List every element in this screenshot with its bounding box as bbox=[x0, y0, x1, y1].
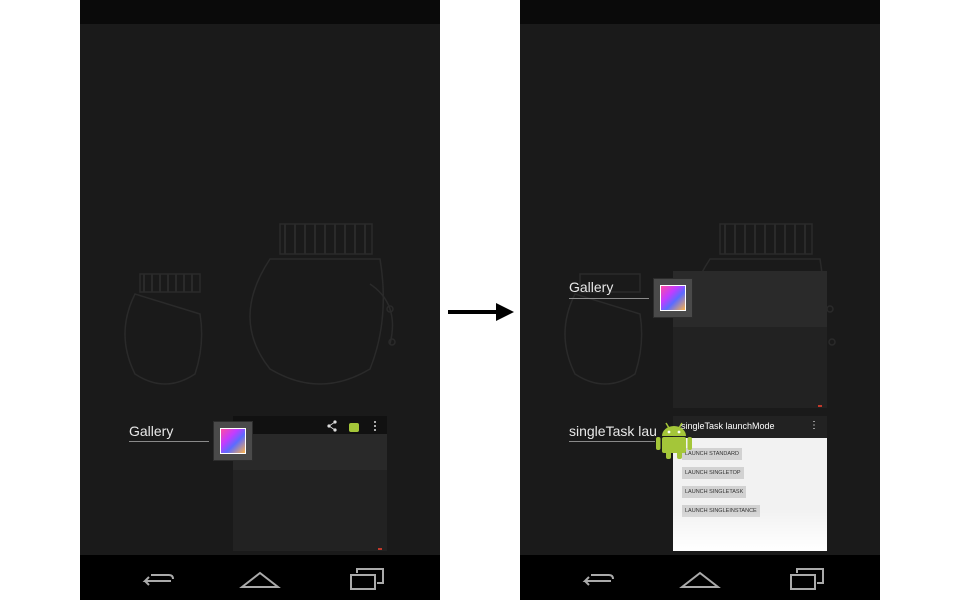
navigation-bar bbox=[80, 555, 440, 600]
gallery-indicator bbox=[818, 405, 822, 407]
gallery-thumbnail[interactable] bbox=[233, 416, 387, 551]
navigation-bar bbox=[520, 555, 880, 600]
recent-apps-icon[interactable] bbox=[343, 563, 387, 593]
right-phone-screen: Gallery singleTask launchMode ⋮ LAUNCH S… bbox=[520, 0, 880, 600]
singletask-action-bar: singleTask launchMode ⋮ bbox=[673, 416, 827, 438]
thumbnail-fade bbox=[673, 511, 827, 551]
launch-singletask-button[interactable]: LAUNCH SINGLETASK bbox=[682, 486, 747, 498]
home-icon[interactable] bbox=[238, 563, 282, 593]
task-label-divider bbox=[569, 298, 649, 299]
gallery-app-icon[interactable] bbox=[213, 421, 253, 461]
overflow-menu-icon bbox=[374, 421, 376, 431]
gallery-content-band bbox=[673, 271, 827, 327]
gallery-app-icon[interactable] bbox=[653, 278, 693, 318]
launch-singletop-button[interactable]: LAUNCH SINGLETOP bbox=[682, 467, 744, 479]
gallery-content-band bbox=[233, 434, 387, 470]
overflow-menu-icon[interactable]: ⋮ bbox=[809, 420, 819, 431]
status-bar bbox=[520, 0, 880, 24]
back-icon[interactable] bbox=[573, 563, 617, 593]
recent-task-label-gallery: Gallery bbox=[129, 423, 174, 439]
android-robot-icon[interactable] bbox=[654, 420, 694, 460]
left-phone-screen: Gallery bbox=[80, 0, 440, 600]
gallery-thumbnail[interactable] bbox=[673, 271, 827, 408]
recent-task-label-gallery: Gallery bbox=[569, 279, 614, 295]
share-icon bbox=[327, 420, 337, 432]
right-arrow-icon bbox=[448, 303, 514, 321]
gallery-indicator bbox=[378, 548, 382, 550]
back-icon[interactable] bbox=[133, 563, 177, 593]
home-icon[interactable] bbox=[678, 563, 722, 593]
singletask-thumbnail[interactable]: singleTask launchMode ⋮ LAUNCH STANDARD … bbox=[673, 416, 827, 551]
recent-apps-icon[interactable] bbox=[783, 563, 827, 593]
singletask-app-title: singleTask launchMode bbox=[681, 421, 775, 431]
android-icon bbox=[349, 423, 359, 432]
status-bar bbox=[80, 0, 440, 24]
recent-task-label-singletask: singleTask lau bbox=[569, 423, 657, 439]
task-label-divider bbox=[569, 441, 655, 442]
gallery-action-icons bbox=[327, 420, 376, 432]
task-label-divider bbox=[129, 441, 209, 442]
